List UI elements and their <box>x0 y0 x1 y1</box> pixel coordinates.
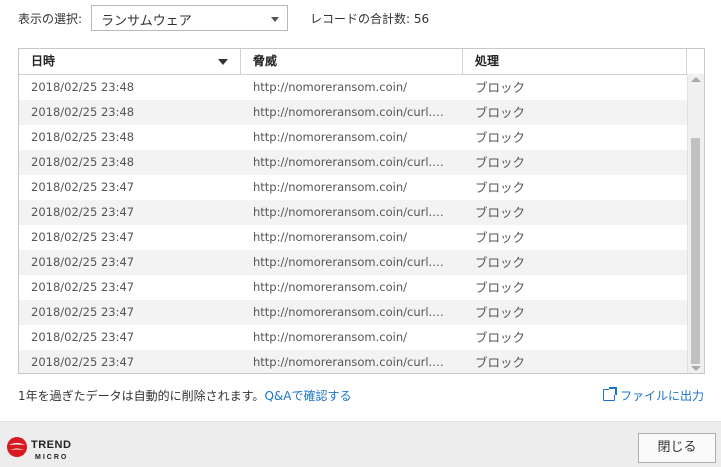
logo-text-micro: MICRO <box>35 454 68 461</box>
cell-threat: http://nomoreransom.coin/curl.ph... <box>253 355 449 369</box>
column-header-action[interactable]: 処理 <box>463 49 687 74</box>
cell-time: 2018/02/25 23:47 <box>31 330 135 344</box>
cell-action: ブロック <box>475 180 526 195</box>
table-row[interactable]: 2018/02/25 23:48 http://nomoreransom.coin… <box>19 75 687 100</box>
retention-note-text: 1年を過ぎたデータは自動的に削除されます。 <box>18 389 265 403</box>
cell-action: ブロック <box>475 255 526 270</box>
cell-threat: http://nomoreransom.coin/ <box>253 180 408 194</box>
table-row[interactable]: 2018/02/25 23:47 http://nomoreransom.coin… <box>19 175 687 200</box>
cell-threat: http://nomoreransom.coin/ <box>253 330 408 344</box>
log-table: 日時 脅威 処理 2018/02/25 23:48 http://nomorera… <box>18 48 705 374</box>
table-row[interactable]: 2018/02/25 23:47 http://nomoreransom.coin… <box>19 200 687 225</box>
scroll-down-icon[interactable] <box>691 366 701 371</box>
cell-threat: http://nomoreransom.coin/ <box>253 80 408 94</box>
cell-time: 2018/02/25 23:47 <box>31 255 135 269</box>
cell-action: ブロック <box>475 330 526 345</box>
cell-time: 2018/02/25 23:47 <box>31 280 135 294</box>
cell-threat: http://nomoreransom.coin/curl.ph... <box>253 255 449 269</box>
table-row[interactable]: 2018/02/25 23:47 http://nomoreransom.coin… <box>19 350 687 373</box>
filter-select[interactable]: ランサムウェア <box>91 5 288 31</box>
cell-time: 2018/02/25 23:48 <box>31 130 135 144</box>
logo-text-trend: TREND <box>31 439 71 451</box>
cell-action: ブロック <box>475 355 526 370</box>
filter-label: 表示の選択: <box>18 12 83 26</box>
cell-action: ブロック <box>475 280 526 295</box>
column-header-threat[interactable]: 脅威 <box>241 49 463 74</box>
cell-threat: http://nomoreransom.coin/curl.ph... <box>253 305 449 319</box>
scroll-thumb[interactable] <box>691 138 700 364</box>
cell-time: 2018/02/25 23:47 <box>31 205 135 219</box>
cell-action: ブロック <box>475 130 526 145</box>
cell-threat: http://nomoreransom.coin/ <box>253 230 408 244</box>
cell-time: 2018/02/25 23:47 <box>31 230 135 244</box>
column-header-time-label: 日時 <box>31 54 56 68</box>
cell-action: ブロック <box>475 80 526 95</box>
cell-action: ブロック <box>475 155 526 170</box>
cell-threat: http://nomoreransom.coin/ <box>253 130 408 144</box>
cell-time: 2018/02/25 23:48 <box>31 155 135 169</box>
cell-action: ブロック <box>475 205 526 220</box>
record-count: レコードの合計数: 56 <box>310 12 430 26</box>
table-row[interactable]: 2018/02/25 23:47 http://nomoreransom.coin… <box>19 250 687 275</box>
table-row[interactable]: 2018/02/25 23:47 http://nomoreransom.coin… <box>19 300 687 325</box>
table-header: 日時 脅威 処理 <box>19 49 687 75</box>
table-row[interactable]: 2018/02/25 23:48 http://nomoreransom.coin… <box>19 150 687 175</box>
cell-threat: http://nomoreransom.coin/curl.ph... <box>253 205 449 219</box>
filter-bar: 表示の選択: ランサムウェア レコードの合計数: 56 <box>0 0 721 38</box>
cell-threat: http://nomoreransom.coin/ <box>253 280 408 294</box>
column-header-action-label: 処理 <box>475 54 500 68</box>
filter-select-value: ランサムウェア <box>101 14 192 29</box>
trend-micro-logo: TREND MICRO <box>7 437 71 461</box>
column-header-threat-label: 脅威 <box>253 54 278 68</box>
scroll-up-icon[interactable] <box>691 77 701 82</box>
cell-time: 2018/02/25 23:48 <box>31 80 135 94</box>
cell-time: 2018/02/25 23:47 <box>31 305 135 319</box>
cell-action: ブロック <box>475 230 526 245</box>
cell-threat: http://nomoreransom.coin/curl.ph... <box>253 105 449 119</box>
cell-action: ブロック <box>475 105 526 120</box>
cell-time: 2018/02/25 23:47 <box>31 180 135 194</box>
cell-time: 2018/02/25 23:47 <box>31 355 135 369</box>
close-button[interactable]: 閉じる <box>638 433 716 463</box>
footer-bar: TREND MICRO 閉じる <box>0 421 721 467</box>
table-row[interactable]: 2018/02/25 23:48 http://nomoreransom.coin… <box>19 100 687 125</box>
cell-threat: http://nomoreransom.coin/curl.ph... <box>253 155 449 169</box>
retention-note: 1年を過ぎたデータは自動的に削除されます。Q&Aで確認する <box>18 387 351 404</box>
table-body: 2018/02/25 23:48 http://nomoreransom.coin… <box>19 75 687 373</box>
column-header-time[interactable]: 日時 <box>19 49 241 74</box>
table-row[interactable]: 2018/02/25 23:47 http://nomoreransom.coin… <box>19 225 687 250</box>
cell-time: 2018/02/25 23:48 <box>31 105 135 119</box>
table-row[interactable]: 2018/02/25 23:47 http://nomoreransom.coin… <box>19 325 687 350</box>
cell-action: ブロック <box>475 305 526 320</box>
vertical-scrollbar[interactable] <box>687 74 704 373</box>
export-icon <box>602 387 617 401</box>
table-row[interactable]: 2018/02/25 23:47 http://nomoreransom.coin… <box>19 275 687 300</box>
qa-link[interactable]: Q&Aで確認する <box>264 389 351 403</box>
chevron-down-icon <box>271 17 279 22</box>
table-row[interactable]: 2018/02/25 23:48 http://nomoreransom.coin… <box>19 125 687 150</box>
export-label: ファイルに出力 <box>619 389 704 403</box>
sort-desc-icon <box>218 59 228 65</box>
export-link[interactable]: ファイルに出力 <box>602 387 704 404</box>
